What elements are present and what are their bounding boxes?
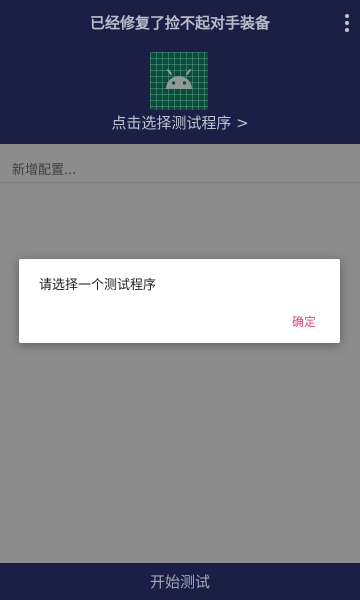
alert-dialog: 请选择一个测试程序 确定 (19, 259, 340, 343)
add-config-row[interactable]: 新增配置... (0, 150, 360, 183)
more-vert-icon[interactable] (344, 14, 350, 32)
add-config-label: 新增配置... (12, 163, 77, 178)
dialog-ok-button[interactable]: 确定 (292, 313, 316, 330)
app-header: 已经修复了捡不起对手装备 点击选择测试程序 > (0, 0, 360, 144)
dialog-message: 请选择一个测试程序 (39, 278, 157, 293)
select-program-link[interactable]: 点击选择测试程序 > (0, 112, 360, 133)
start-test-button[interactable]: 开始测试 (0, 563, 360, 600)
app-title: 已经修复了捡不起对手装备 (89, 14, 270, 32)
android-icon[interactable] (150, 52, 208, 110)
